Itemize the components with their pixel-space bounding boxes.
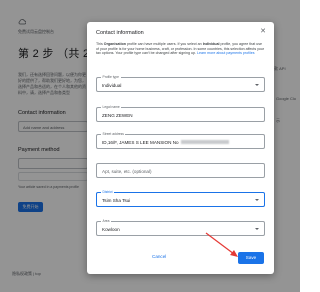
- contact-information-dialog: Contact information ✕ This Organisation …: [87, 22, 274, 274]
- profile-info-text: This Organisation profile can have multi…: [96, 42, 265, 56]
- field-value: ID,16/F, JAMES S LEE MANSION No: [102, 140, 229, 145]
- profile-type-select[interactable]: Profile type Individual: [96, 75, 265, 92]
- learn-more-link[interactable]: Learn more about payments profiles: [197, 51, 255, 55]
- street-address-input[interactable]: Street address ID,16/F, JAMES S LEE MANS…: [96, 132, 265, 149]
- save-button[interactable]: Save: [238, 252, 264, 264]
- area-select[interactable]: Area Kowloon: [96, 219, 265, 236]
- field-label: Profile type: [101, 75, 121, 79]
- apt-suite-input[interactable]: Apt, suite, etc. (optional): [96, 163, 265, 178]
- field-label: District: [101, 190, 115, 194]
- field-label: Street address: [101, 132, 126, 136]
- dropdown-arrow-icon: [255, 84, 259, 86]
- close-icon[interactable]: ✕: [260, 28, 266, 35]
- field-label: Area: [101, 219, 111, 223]
- field-label: Legal name: [101, 105, 122, 109]
- dropdown-arrow-icon: [255, 199, 259, 201]
- cancel-button[interactable]: Cancel: [152, 254, 166, 259]
- field-value: Tsim Sha Tsui: [102, 197, 131, 203]
- dropdown-arrow-icon: [255, 228, 259, 230]
- field-value: Kowloon: [102, 226, 120, 232]
- field-value: ZENG ZEWEN: [102, 112, 133, 118]
- field-placeholder: Apt, suite, etc. (optional): [102, 168, 152, 174]
- field-value: Individual: [102, 82, 122, 88]
- dialog-title: Contact information: [96, 30, 144, 36]
- redacted-text: [180, 140, 229, 145]
- legal-name-input[interactable]: Legal name ZENG ZEWEN: [96, 105, 265, 122]
- district-select[interactable]: District Tsim Sha Tsui: [96, 190, 265, 207]
